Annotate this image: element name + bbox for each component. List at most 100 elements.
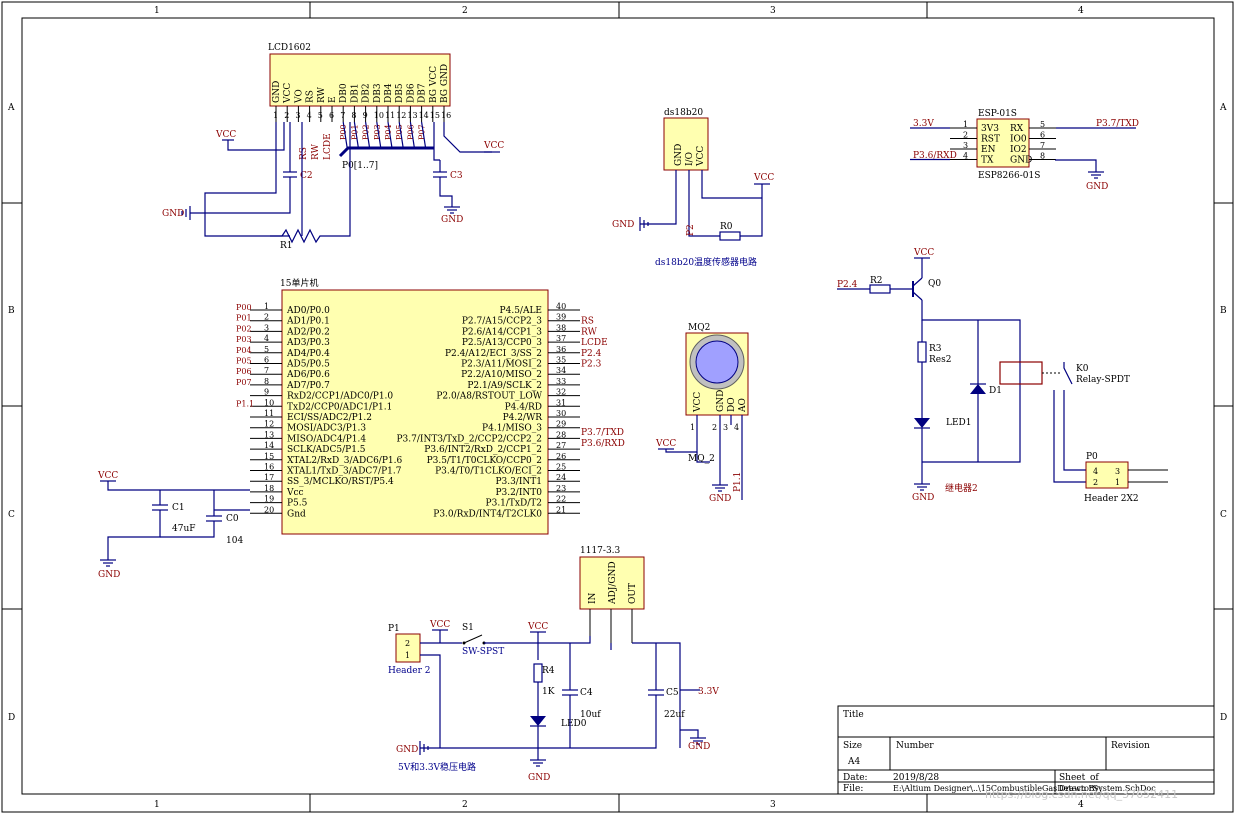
mcu-left-pin-name-15: XTAL2/RxD_3/ADC6/P1.6 xyxy=(287,456,402,466)
power-c4-value: 10uf xyxy=(580,710,601,720)
mcu-right-pin-num-25: 25 xyxy=(556,463,566,472)
mcu-right-pin-num-36: 36 xyxy=(556,345,566,354)
mcu-right-pin-name-38: P2.6/A14/CCP1_3 xyxy=(462,327,542,337)
mcu-left-pin-name-5: AD4/P0.4 xyxy=(286,349,330,359)
lcd-pin-num-11: 11 xyxy=(385,111,395,120)
mcu-right-pin-name-26: P3.5/T1/T0CLKO/CCP0_2 xyxy=(427,456,542,466)
ds18b20-net-p2: P2 xyxy=(686,224,696,236)
row-label-right-d: D xyxy=(1220,713,1227,723)
mcu-right-pin-name-25: P3.4/T0/T1CLKO/ECI_2 xyxy=(435,467,542,477)
mcu-left-pin-num-10: 10 xyxy=(264,398,274,407)
col-label-top-2: 2 xyxy=(462,6,468,16)
mcu-right-pin-name-31: P4.4/RD xyxy=(505,402,542,412)
ds18b20-pin-vcc: VCC xyxy=(696,146,706,167)
power-s1-label: S1 xyxy=(462,623,474,633)
relay-hdr-pin-2: 2 xyxy=(1093,478,1098,487)
mcu-right-pin-num-37: 37 xyxy=(556,334,566,343)
mcu-right-pin-name-32: P2.0/A8/RSTOUT_LOW xyxy=(436,392,542,402)
mcu-left-pin-num-8: 8 xyxy=(264,377,269,386)
mq2-pin-num-4: 4 xyxy=(734,423,739,432)
mcu-left-pin-name-4: AD3/P0.3 xyxy=(286,338,330,348)
lcd-pin-num-5: 5 xyxy=(318,111,323,120)
mcu-left-pin-num-7: 7 xyxy=(264,366,269,375)
mcu-left-pin-num-4: 4 xyxy=(264,334,269,343)
tb-size-value: A4 xyxy=(847,757,860,767)
power-r4-value: 1K xyxy=(542,687,555,697)
mq2-net-label: MQ_2 xyxy=(688,454,715,464)
mcu-right-pin-name-37: P2.5/A13/CCP0_3 xyxy=(462,338,542,348)
lcd-r1-label: R1 xyxy=(280,241,293,251)
mcu-right-pin-num-23: 23 xyxy=(556,484,566,493)
mcu-right-pin-num-29: 29 xyxy=(556,420,566,429)
lcd-title: LCD1602 xyxy=(268,43,311,53)
mcu-left-net-6: P05 xyxy=(236,357,252,366)
col-label-top-3: 3 xyxy=(770,6,776,16)
row-label-right-b: B xyxy=(1220,306,1227,316)
power-gnd-left-label: GND xyxy=(396,745,418,755)
ds18b20-caption: ds18b20温度传感器电路 xyxy=(655,256,757,268)
esp-title: ESP-01S xyxy=(978,109,1017,119)
mcu-left-pin-name-7: AD6/P0.6 xyxy=(286,370,330,380)
mcu-left-pin-name-12: MOSI/ADC3/P1.3 xyxy=(287,424,366,434)
mcu-left-pin-num-13: 13 xyxy=(264,430,274,439)
mcu-left-pin-num-5: 5 xyxy=(264,345,269,354)
mcu-right-pin-name-40: P4.5/ALE xyxy=(500,306,542,316)
mcu-left-pin-num-19: 19 xyxy=(264,495,274,504)
power-c4-label: C4 xyxy=(580,688,593,698)
mcu-net-txd: P3.7/TXD xyxy=(581,428,624,438)
tb-revision-label: Revision xyxy=(1111,741,1150,751)
lcd-pin-num-1: 1 xyxy=(273,111,278,120)
mcu-left-pin-num-15: 15 xyxy=(264,452,274,461)
mcu-right-pin-name-36: P2.4/A12/ECI_3/SS_2 xyxy=(445,349,542,359)
col-label-top-1: 1 xyxy=(154,6,160,16)
mcu-left-net-9: P1.1 xyxy=(236,399,254,408)
relay-part-label: Relay-SPDT xyxy=(1076,375,1130,385)
lcd-vcc-label: VCC xyxy=(215,130,236,140)
lcd-bus-label: P0[1..7] xyxy=(342,161,378,171)
mq2-sensor-mesh xyxy=(695,340,739,384)
mcu-left-pin-name-10: TxD2/CCP0/ADC1/P1.1 xyxy=(287,402,392,412)
relay-vcc-label: VCC xyxy=(913,248,934,258)
mcu-right-pin-name-39: P2.7/A15/CCP2_3 xyxy=(462,317,542,327)
mq2-pin-do: DO xyxy=(727,397,737,412)
mcu-left-pin-name-3: AD2/P0.2 xyxy=(286,327,330,337)
lcd-pin-num-2: 2 xyxy=(284,111,289,120)
mcu-left-pin-name-11: ECI/SS/ADC2/P1.2 xyxy=(287,413,372,423)
power-r4-label: R4 xyxy=(542,666,555,676)
relay-hdr-pin-1: 1 xyxy=(1115,478,1120,487)
esp-right-pin-num-6: 6 xyxy=(1040,131,1045,140)
relay-hdr-pin-3: 3 xyxy=(1115,467,1120,476)
mcu-right-net-1: RS xyxy=(581,317,594,327)
esp-net-rxd: P3.6/RXD xyxy=(913,151,957,161)
tb-of-label: of xyxy=(1090,773,1099,783)
ds18b20-vcc-label: VCC xyxy=(753,173,774,183)
lcd-pin-name-13: DB6 xyxy=(406,83,416,103)
mcu-left-net-5: P04 xyxy=(236,346,252,355)
lcd-pin-num-9: 9 xyxy=(363,111,368,120)
power-gnd3-label: GND xyxy=(688,742,710,752)
mcu-left-pin-name-14: SCLK/ADC5/P1.5 xyxy=(287,445,366,455)
mcu-left-pin-num-11: 11 xyxy=(264,409,274,418)
row-label-left-c: C xyxy=(8,510,15,520)
mcu-net-rxd: P3.6/RXD xyxy=(581,439,625,449)
mcu-left-pin-num-1: 1 xyxy=(264,302,269,311)
ds18b20-r0-label: R0 xyxy=(720,222,733,232)
power-33v-label: 3.3V xyxy=(698,687,719,697)
mcu-right-pin-name-27: P3.6/INT2/RxD_2/CCP1_2 xyxy=(424,445,542,455)
mcu-right-pin-num-35: 35 xyxy=(556,356,566,365)
mcu-left-net-1: P00 xyxy=(236,303,252,312)
mcu-right-pin-name-28: P3.7/INT3/TxD_2/CCP2/CCP2_2 xyxy=(396,434,542,444)
power-vcc1-label: VCC xyxy=(429,620,450,630)
esp-right-pin-name-8: GND xyxy=(1010,156,1032,166)
power-reg-pin-adj: ADJ/GND xyxy=(608,561,618,605)
mcu-gnd-label: GND xyxy=(98,570,120,580)
power-c5-value: 22uf xyxy=(664,710,685,720)
mcu-left-pin-num-12: 12 xyxy=(264,420,274,429)
schematic-sheet: { "border":{"cols":["1","2","3","4"],"ro… xyxy=(0,0,1235,814)
lcd-pin-num-12: 12 xyxy=(396,111,406,120)
esp-left-pin-num-1: 1 xyxy=(963,120,968,129)
watermark: https://blog.csdn.net/qq_37652411 xyxy=(985,788,1179,801)
power-s1-value: SW-SPST xyxy=(462,647,504,657)
lcd-pin-num-14: 14 xyxy=(419,111,429,120)
lcd-pin-name-16: BG GND xyxy=(440,64,450,103)
